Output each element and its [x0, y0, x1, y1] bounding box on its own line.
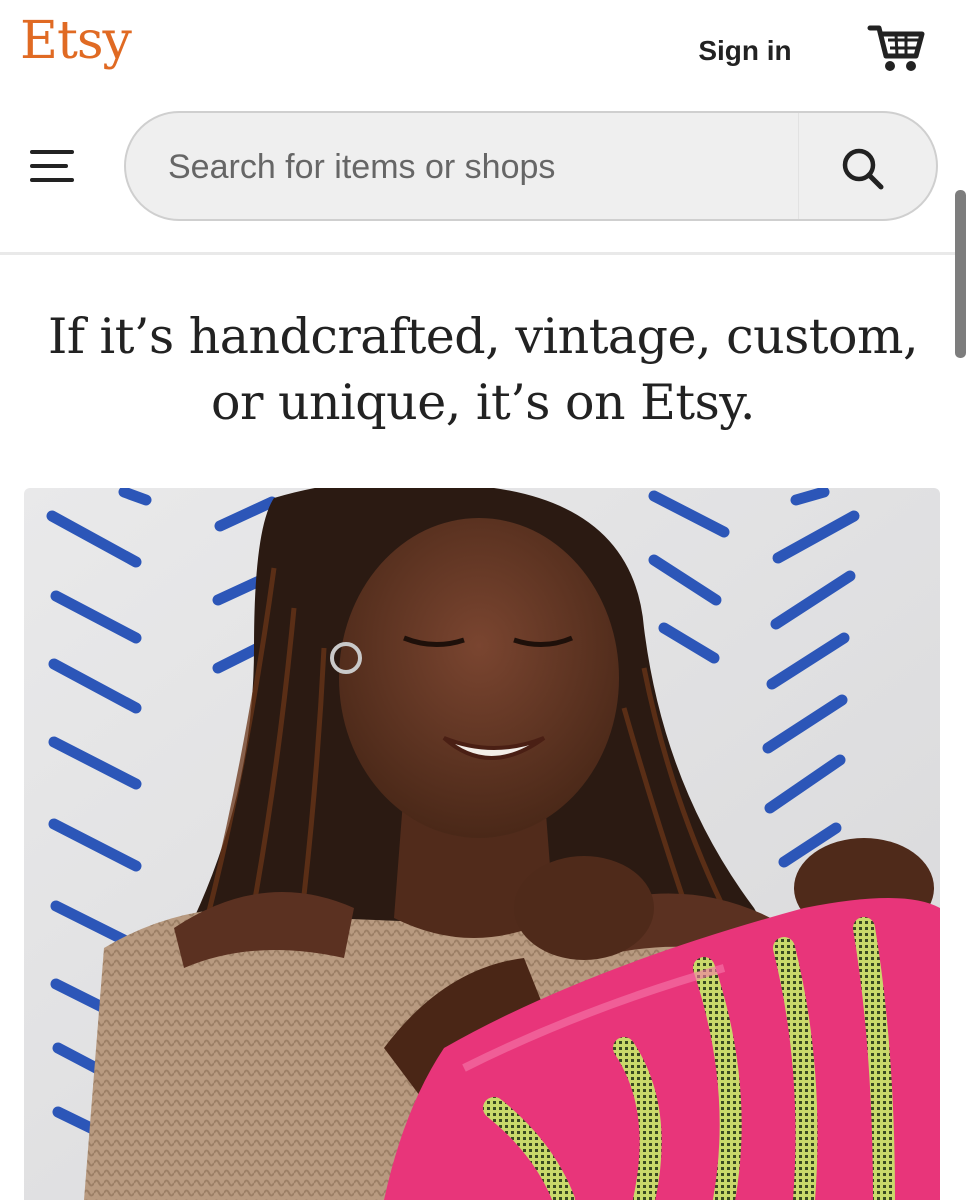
hero-headline-line-1: If it’s handcrafted, vintage, custom,: [47, 308, 919, 365]
hero-headline: If it’s handcrafted, vintage, custom, or…: [0, 304, 966, 436]
sign-in-button[interactable]: Sign in: [686, 28, 804, 74]
search-input[interactable]: [168, 139, 788, 195]
hero-headline-line-2: or unique, it’s on Etsy.: [210, 374, 756, 431]
search-icon: [842, 148, 884, 190]
header-divider: [0, 252, 966, 255]
search-bar: [124, 111, 938, 221]
top-bar: Etsy Sign in: [0, 0, 966, 100]
etsy-logo[interactable]: Etsy: [20, 6, 132, 76]
hero-image[interactable]: [24, 488, 940, 1200]
shopping-cart-icon[interactable]: [866, 18, 928, 80]
search-button[interactable]: [798, 113, 938, 219]
hamburger-menu-icon[interactable]: [22, 138, 82, 194]
